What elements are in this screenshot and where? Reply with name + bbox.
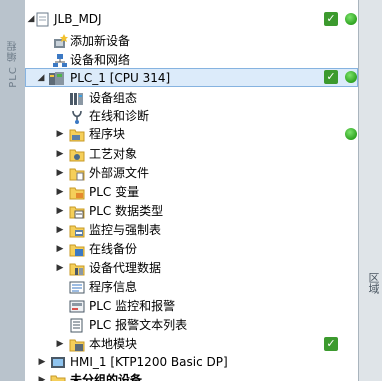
online-status-icon bbox=[345, 13, 357, 25]
tree-item-label: PLC 监控和报警 bbox=[89, 299, 176, 313]
collapse-arrow-icon[interactable]: ▶ bbox=[56, 225, 64, 235]
tree-item-add-device[interactable]: 添加新设备 bbox=[25, 32, 358, 51]
device-config-icon bbox=[69, 91, 85, 106]
tree-item-label: 设备组态 bbox=[89, 91, 138, 105]
tree-item-label: 设备代理数据 bbox=[89, 261, 162, 275]
tree-item-label: 程序信息 bbox=[89, 280, 138, 294]
tree-item-label: 设备和网络 bbox=[70, 53, 131, 67]
collapse-arrow-icon[interactable]: ▶ bbox=[56, 187, 64, 197]
tree-item-program-info[interactable]: 程序信息 bbox=[25, 278, 358, 297]
tree-item-label: JLB_MDJ bbox=[54, 12, 102, 26]
tree-item-label: PLC_1 [CPU 314] bbox=[70, 71, 171, 85]
tree-item-plc-supervision-alarms[interactable]: PLC 监控和报警 bbox=[25, 297, 358, 316]
tree-item-label: 未分组的设备 bbox=[70, 373, 143, 381]
status-check-icon: ✓ bbox=[324, 12, 338, 26]
collapse-arrow-icon[interactable]: ▶ bbox=[56, 339, 64, 349]
collapse-arrow-icon[interactable]: ▶ bbox=[56, 149, 64, 159]
folder-icon bbox=[69, 337, 85, 352]
tree-item-watch-force-tables[interactable]: ▶ 监控与强制表 bbox=[25, 221, 358, 240]
tree-item-hmi[interactable]: ▶ HMI_1 [KTP1200 Basic DP] bbox=[25, 353, 358, 372]
tree-item-plc-alarm-text-lists[interactable]: PLC 报警文本列表 bbox=[25, 316, 358, 335]
tree-item-label: 工艺对象 bbox=[89, 147, 138, 161]
expand-arrow-icon[interactable]: ◢ bbox=[37, 73, 45, 83]
folder-icon bbox=[69, 185, 85, 200]
network-icon bbox=[52, 53, 68, 68]
tree-item-label: 本地模块 bbox=[89, 337, 138, 351]
tree-item-plc-tags[interactable]: ▶ PLC 变量 bbox=[25, 183, 358, 202]
status-check-icon: ✓ bbox=[324, 337, 338, 351]
tab-plc-programming[interactable]: PLC 编程 bbox=[6, 40, 21, 88]
folder-icon bbox=[69, 242, 85, 257]
tree-item-label: 外部源文件 bbox=[89, 166, 150, 180]
tree-item-online-diagnostics[interactable]: 在线和诊断 bbox=[25, 107, 358, 126]
add-device-icon bbox=[52, 34, 68, 49]
tree-item-local-modules[interactable]: ▶ 本地模块 ✓ bbox=[25, 335, 358, 354]
folder-icon bbox=[69, 166, 85, 181]
tree-item-technology-objects[interactable]: ▶ 工艺对象 bbox=[25, 145, 358, 164]
plc-icon bbox=[48, 71, 64, 86]
alarm-icon bbox=[69, 299, 85, 314]
project-icon bbox=[36, 12, 52, 27]
tree-item-label: HMI_1 [KTP1200 Basic DP] bbox=[70, 355, 228, 369]
expand-arrow-icon[interactable]: ◢ bbox=[27, 14, 35, 24]
diagnostics-icon bbox=[69, 109, 85, 124]
tree-item-label: 监控与强制表 bbox=[89, 223, 162, 237]
collapse-arrow-icon[interactable]: ▶ bbox=[38, 375, 46, 381]
folder-icon bbox=[69, 204, 85, 219]
folder-icon bbox=[69, 147, 85, 162]
tree-item-program-blocks[interactable]: ▶ 程序块 bbox=[25, 125, 358, 144]
tree-item-device-proxy-data[interactable]: ▶ 设备代理数据 bbox=[25, 259, 358, 278]
right-tab-strip: 区域 bbox=[358, 0, 382, 381]
project-tree: ◢ JLB_MDJ ✓ 添加新设备 设备和网络 ◢ PLC_1 [CPU 314… bbox=[25, 0, 358, 381]
tree-item-device-config[interactable]: 设备组态 bbox=[25, 89, 358, 108]
tree-item-label: PLC 报警文本列表 bbox=[89, 318, 188, 332]
tree-item-external-sources[interactable]: ▶ 外部源文件 bbox=[25, 164, 358, 183]
tree-item-online-backups[interactable]: ▶ 在线备份 bbox=[25, 240, 358, 259]
left-tab-strip: PLC 编程 bbox=[0, 0, 25, 381]
folder-icon bbox=[50, 373, 66, 381]
tree-item-label: PLC 数据类型 bbox=[89, 204, 164, 218]
folder-icon bbox=[69, 223, 85, 238]
tree-item-plc[interactable]: ◢ PLC_1 [CPU 314] ✓ bbox=[25, 68, 358, 87]
online-status-icon bbox=[345, 71, 357, 83]
status-check-icon: ✓ bbox=[324, 70, 338, 84]
collapse-arrow-icon[interactable]: ▶ bbox=[56, 129, 64, 139]
hmi-icon bbox=[50, 355, 66, 370]
text-list-icon bbox=[69, 318, 85, 333]
collapse-arrow-icon[interactable]: ▶ bbox=[56, 263, 64, 273]
collapse-arrow-icon[interactable]: ▶ bbox=[56, 206, 64, 216]
collapse-arrow-icon[interactable]: ▶ bbox=[56, 168, 64, 178]
tree-item-plc-data-types[interactable]: ▶ PLC 数据类型 bbox=[25, 202, 358, 221]
tree-item-label: 程序块 bbox=[89, 127, 126, 141]
folder-icon bbox=[69, 127, 85, 142]
online-status-icon bbox=[345, 128, 357, 140]
tree-item-label: PLC 变量 bbox=[89, 185, 140, 199]
tree-item-label: 添加新设备 bbox=[70, 34, 131, 48]
tab-area[interactable]: 区域 bbox=[365, 272, 381, 294]
tree-item-label: 在线和诊断 bbox=[89, 109, 150, 123]
tree-item-project[interactable]: ◢ JLB_MDJ ✓ bbox=[25, 10, 358, 29]
collapse-arrow-icon[interactable]: ▶ bbox=[56, 244, 64, 254]
tree-item-label: 在线备份 bbox=[89, 242, 138, 256]
program-info-icon bbox=[69, 280, 85, 295]
collapse-arrow-icon[interactable]: ▶ bbox=[38, 357, 46, 367]
folder-icon bbox=[69, 261, 85, 276]
tree-item-ungrouped-devices[interactable]: ▶ 未分组的设备 bbox=[25, 371, 358, 381]
